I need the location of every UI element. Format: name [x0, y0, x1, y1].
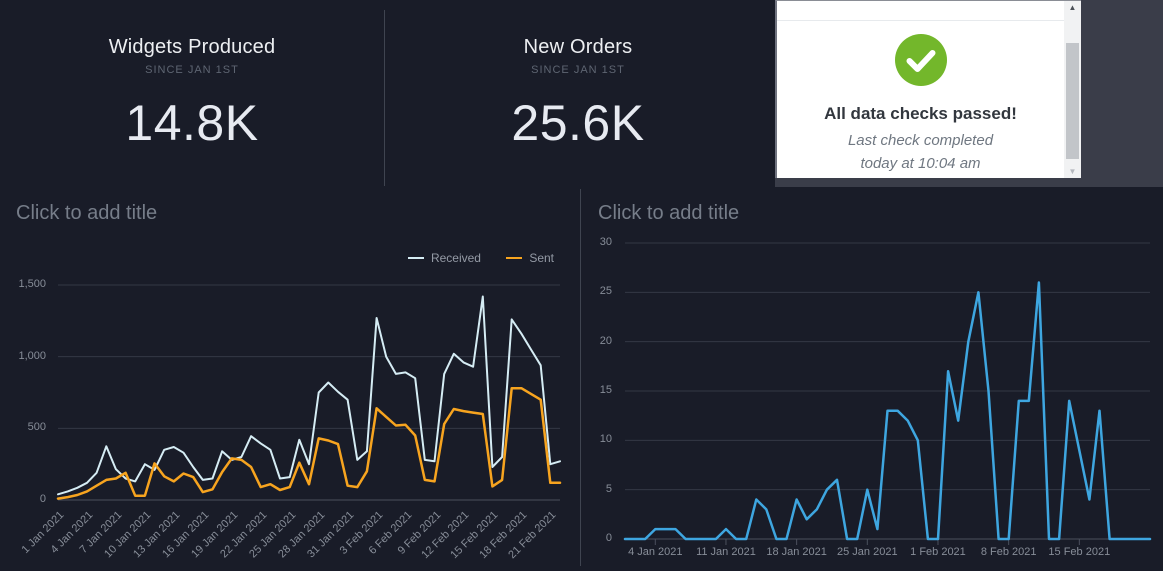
kpi-value: 25.6K [384, 94, 772, 152]
kpi-title: Widgets Produced [0, 36, 384, 59]
y-axis-label: 500 [0, 421, 46, 433]
chart-title-placeholder[interactable]: Click to add title [598, 202, 739, 225]
chart-legend: Received Sent [58, 251, 554, 265]
chart-plot-area [625, 238, 1150, 548]
legend-swatch-received [408, 257, 424, 259]
widget-new-orders[interactable]: New Orders SINCE JAN 1ST 25.6K [384, 0, 772, 186]
x-axis-label: 15 Feb 2021 [1034, 546, 1124, 558]
popup-divider [777, 20, 1064, 21]
y-axis-label: 25 [570, 285, 612, 297]
legend-label: Received [431, 251, 481, 265]
y-axis-label: 15 [570, 384, 612, 396]
legend-swatch-sent [506, 257, 522, 259]
series-line-main [625, 283, 1150, 540]
y-axis-label: 30 [570, 236, 612, 248]
y-axis-label: 0 [0, 493, 46, 505]
scrollbar-thumb[interactable] [1066, 43, 1079, 159]
y-axis-label: 1,500 [0, 278, 46, 290]
y-axis-label: 5 [570, 483, 612, 495]
y-axis-label: 20 [570, 335, 612, 347]
dashboard: Widgets Produced SINCE JAN 1ST 14.8K New… [0, 0, 1163, 571]
popup-heading: All data checks passed! [777, 104, 1064, 124]
chart-title-placeholder[interactable]: Click to add title [16, 202, 157, 225]
kpi-title: New Orders [384, 36, 772, 59]
check-circle-icon [777, 34, 1064, 91]
kpi-subtitle: SINCE JAN 1ST [384, 64, 772, 76]
legend-item-received: Received [408, 251, 481, 265]
kpi-subtitle: SINCE JAN 1ST [0, 64, 384, 76]
kpi-value: 14.8K [0, 94, 384, 152]
popup-scrollbar[interactable]: ▲ ▼ [1064, 1, 1081, 178]
series-line-Sent [58, 388, 560, 498]
y-axis-label: 1,000 [0, 350, 46, 362]
chart-plot-area [58, 280, 560, 506]
scroll-down-icon[interactable]: ▼ [1064, 167, 1081, 176]
popup-detail-line1: Last check completed [777, 132, 1064, 149]
legend-item-sent: Sent [506, 251, 554, 265]
scroll-up-icon[interactable]: ▲ [1064, 3, 1081, 12]
popup-detail-line2: today at 10:04 am [777, 155, 1064, 172]
legend-label: Sent [529, 251, 554, 265]
data-checks-popup: All data checks passed! Last check compl… [775, 0, 1081, 178]
y-axis-label: 0 [570, 532, 612, 544]
y-axis-label: 10 [570, 433, 612, 445]
series-line-Received [58, 297, 560, 495]
widget-widgets-produced[interactable]: Widgets Produced SINCE JAN 1ST 14.8K [0, 0, 384, 186]
